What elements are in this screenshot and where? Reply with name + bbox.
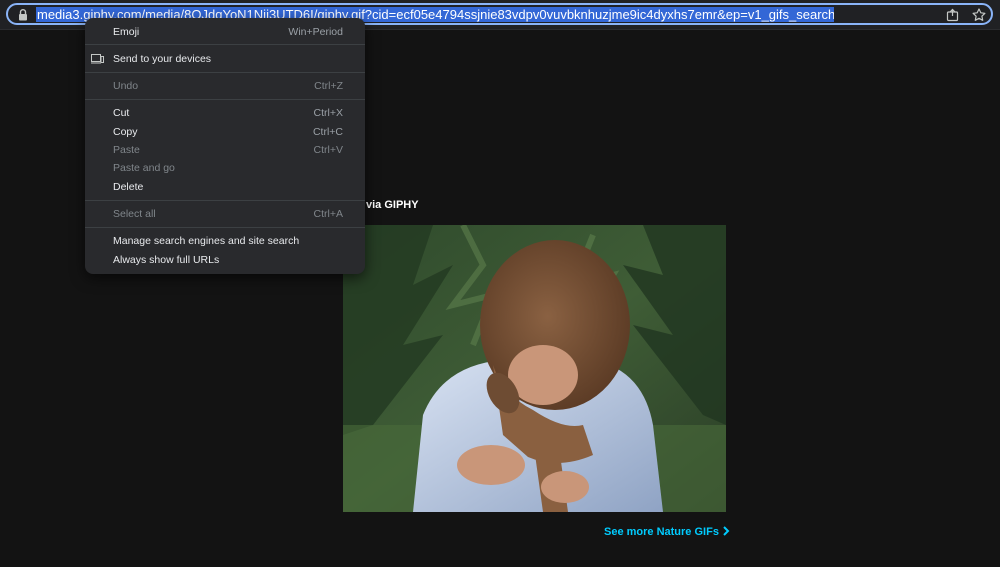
- context-menu: Emoji Win+Period Send to your devices Un…: [85, 18, 365, 274]
- lock-icon[interactable]: [17, 8, 29, 22]
- menu-item-undo[interactable]: Undo Ctrl+Z: [85, 77, 365, 95]
- gif-image: [343, 225, 726, 512]
- menu-item-paste-and-go[interactable]: Paste and go: [85, 159, 365, 177]
- menu-divider: [85, 99, 365, 100]
- menu-divider: [85, 200, 365, 201]
- menu-divider: [85, 72, 365, 73]
- chevron-right-icon[interactable]: [722, 526, 730, 536]
- share-icon[interactable]: [945, 7, 961, 23]
- menu-item-emoji[interactable]: Emoji Win+Period: [85, 23, 365, 41]
- menu-item-manage-search-engines[interactable]: Manage search engines and site search: [85, 232, 365, 250]
- menu-item-copy[interactable]: Copy Ctrl+C: [85, 123, 365, 141]
- star-icon[interactable]: [971, 7, 987, 23]
- see-more-label[interactable]: See more Nature GIFs: [604, 526, 719, 538]
- menu-divider: [85, 227, 365, 228]
- menu-item-cut[interactable]: Cut Ctrl+X: [85, 104, 365, 122]
- menu-item-paste[interactable]: Paste Ctrl+V: [85, 141, 365, 159]
- via-giphy-label: via GIPHY: [366, 199, 419, 211]
- menu-item-send-to-devices[interactable]: Send to your devices: [85, 50, 365, 68]
- menu-item-delete[interactable]: Delete: [85, 178, 365, 196]
- see-more-link[interactable]: See more Nature GIFs: [604, 526, 730, 538]
- menu-item-always-show-full-urls[interactable]: Always show full URLs: [85, 251, 365, 269]
- menu-divider: [85, 44, 365, 45]
- menu-item-select-all[interactable]: Select all Ctrl+A: [85, 205, 365, 223]
- devices-icon: [91, 54, 104, 64]
